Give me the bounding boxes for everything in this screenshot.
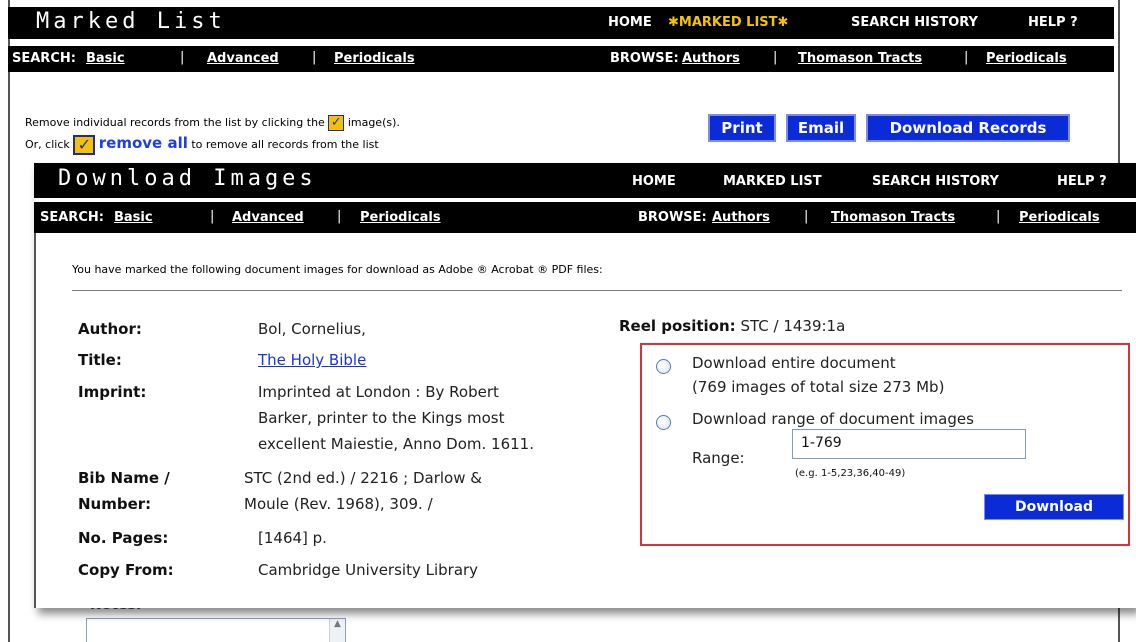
search-basic-link[interactable]: Basic [86,51,125,66]
search-advanced-link[interactable]: Advanced [207,51,279,66]
remove-all-link[interactable]: remove all [99,134,188,152]
download-images-window: Download Images HOME MARKED LIST SEARCH … [34,163,1136,608]
reel-value: STC / 1439:1a [740,317,846,335]
pages-value: [1464] p. [258,529,327,547]
instructions-text: Remove individual records from the list … [25,116,325,129]
download-options-panel: Download entire document (769 images of … [640,343,1130,546]
imprint-line: Barker, printer to the Kings most [258,409,505,427]
nav-help[interactable]: HELP ? [1028,15,1078,30]
top-nav: HOME MARKED LIST SEARCH HISTORY HELP ? [632,174,1132,192]
separator: | [337,209,342,224]
option-entire-label[interactable]: Download entire document [692,354,896,372]
nav-search-history[interactable]: SEARCH HISTORY [851,15,978,30]
reel-label: Reel position: [619,317,736,335]
browse-thomason-link[interactable]: Thomason Tracts [831,210,955,225]
search-basic-link[interactable]: Basic [114,210,153,225]
browse-periodicals-link[interactable]: Periodicals [1019,210,1100,225]
separator: | [996,209,1001,224]
reel-position: Reel position: STC / 1439:1a [619,317,845,335]
browse-label: BROWSE: [610,51,679,66]
search-label: SEARCH: [12,51,76,66]
instructions-text: Or, click [25,138,70,151]
nav-marked-list[interactable]: ✱MARKED LIST✱ [668,15,788,30]
scroll-up-icon[interactable]: ▲ [329,619,345,642]
separator: | [312,50,317,65]
search-periodicals-link[interactable]: Periodicals [360,210,441,225]
download-intro: You have marked the following document i… [72,263,603,276]
imprint-label: Imprint: [78,383,147,401]
option-entire-detail: (769 images of total size 273 Mb) [692,378,945,396]
top-nav: HOME ✱MARKED LIST✱ SEARCH HISTORY HELP ? [608,15,1108,33]
instructions-line-2: Or, click ✓ remove all to remove all rec… [25,134,400,155]
browse-authors-link[interactable]: Authors [682,51,740,66]
search-periodicals-link[interactable]: Periodicals [334,51,415,66]
pages-label: No. Pages: [78,529,169,547]
star-icon: ✱ [668,15,679,30]
nav-help[interactable]: HELP ? [1057,174,1107,189]
range-hint: (e.g. 1-5,23,36,40-49) [795,468,906,479]
browse-thomason-link[interactable]: Thomason Tracts [798,51,922,66]
print-button[interactable]: Print [708,114,776,142]
email-button[interactable]: Email [786,114,856,142]
title-link[interactable]: The Holy Bible [258,349,366,371]
search-bar: SEARCH: Basic | Advanced | Periodicals B… [34,202,1136,233]
range-label: Range: [692,449,745,467]
remove-all-checkmark-icon[interactable]: ✓ [73,135,96,155]
download-records-button[interactable]: Download Records [866,114,1070,142]
instructions-text: image(s). [347,116,400,129]
instructions-line-1: Remove individual records from the list … [25,114,400,132]
nav-marked-list-label: MARKED LIST [678,15,778,30]
notes-textarea[interactable]: ▲ [86,618,346,642]
remove-instructions: Remove individual records from the list … [25,114,400,155]
separator: | [804,209,809,224]
bib-label: Number: [78,495,152,513]
author-value: Bol, Cornelius, [258,320,366,338]
search-label: SEARCH: [40,210,104,225]
nav-home[interactable]: HOME [632,174,676,189]
range-input[interactable]: 1-769 [792,429,1026,459]
nav-marked-list[interactable]: MARKED LIST [723,174,822,189]
separator: | [964,50,969,65]
nav-search-history[interactable]: SEARCH HISTORY [872,174,999,189]
copy-from-label: Copy From: [78,561,174,579]
separator: | [180,50,185,65]
separator: | [773,50,778,65]
bib-value: STC (2nd ed.) / 2216 ; Darlow & [244,469,482,487]
download-images-titlebar: Download Images HOME MARKED LIST SEARCH … [34,163,1136,198]
bib-value: Moule (Rev. 1968), 309. / [244,495,433,513]
browse-periodicals-link[interactable]: Periodicals [986,51,1067,66]
option-range-label[interactable]: Download range of document images [692,410,974,428]
page-title: Marked List [36,9,226,34]
separator: | [210,209,215,224]
nav-home[interactable]: HOME [608,15,652,30]
page-title: Download Images [58,166,317,191]
marked-list-titlebar: Marked List HOME ✱MARKED LIST✱ SEARCH HI… [8,7,1114,39]
star-icon: ✱ [777,15,789,30]
radio-entire-document[interactable] [656,359,671,374]
author-label: Author: [78,320,142,338]
bib-label: Bib Name / [78,469,170,487]
download-button[interactable]: Download [984,494,1124,520]
instructions-text: to remove all records from the list [191,138,379,151]
divider [72,290,1122,291]
imprint-line: excellent Maiestie, Anno Dom. 1611. [258,435,534,453]
search-bar: SEARCH: Basic | Advanced | Periodicals B… [8,46,1114,72]
browse-authors-link[interactable]: Authors [712,210,770,225]
browse-label: BROWSE: [638,210,707,225]
imprint-line: Imprinted at London : By Robert [258,383,499,401]
radio-range[interactable] [656,415,671,430]
search-advanced-link[interactable]: Advanced [232,210,304,225]
copy-from-value: Cambridge University Library [258,561,479,579]
checkmark-icon: ✓ [328,115,345,131]
title-label: Title: [78,351,122,369]
